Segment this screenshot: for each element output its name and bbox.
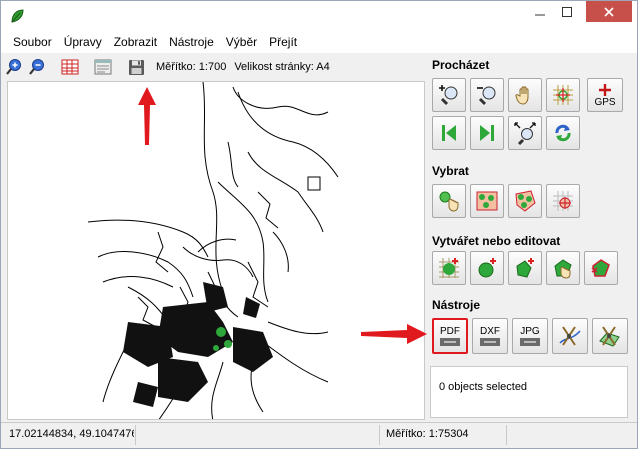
browse-zoom-in-button[interactable] xyxy=(432,78,466,112)
status-bar: 17.02144834, 49.1047476 Měřítko: 1:75304 xyxy=(1,422,637,448)
add-polygon-icon xyxy=(516,258,534,278)
gps-label: GPS xyxy=(594,96,616,108)
deselect-button[interactable] xyxy=(546,184,580,218)
edit-polygon-hand-icon xyxy=(554,259,572,279)
add-point-button[interactable] xyxy=(470,251,504,285)
add-point-icon xyxy=(478,258,496,278)
form-view-button[interactable] xyxy=(92,56,114,78)
measure-area-button[interactable] xyxy=(592,318,628,354)
table-grid-icon xyxy=(61,59,79,75)
selection-count-text: 0 objects selected xyxy=(439,381,528,393)
minimize-icon xyxy=(534,14,545,15)
select-point-button[interactable] xyxy=(432,184,466,218)
identify-grid-button[interactable] xyxy=(546,78,580,112)
browse-section: GPS xyxy=(428,76,634,150)
section-title-tools: Nástroje xyxy=(432,298,481,312)
refresh-button[interactable] xyxy=(546,116,580,150)
menu-bar: Soubor Úpravy Zobrazit Nástroje Výběr Př… xyxy=(1,31,637,53)
leaf-icon xyxy=(11,9,24,23)
save-button[interactable] xyxy=(125,56,147,78)
select-rectangle-button[interactable] xyxy=(470,184,504,218)
export-jpg-button[interactable]: JPG xyxy=(512,318,548,354)
select-polygon-icon xyxy=(515,190,536,212)
export-dxf-icon xyxy=(480,337,500,346)
measure-area-icon xyxy=(599,326,620,347)
map-toolbar: Měřítko: 1:700 Velikost stránky: A4 xyxy=(3,54,425,80)
tools-section: PDF DXF JPG xyxy=(428,316,634,360)
section-title-browse: Procházet xyxy=(432,58,490,72)
menu-soubor[interactable]: Soubor xyxy=(7,31,58,53)
menu-nastroje[interactable]: Nástroje xyxy=(163,31,220,53)
add-record-button[interactable] xyxy=(432,251,466,285)
delete-polygon-icon xyxy=(591,259,610,277)
zoom-full-extent-button[interactable] xyxy=(508,116,542,150)
floppy-disk-icon xyxy=(128,59,144,75)
menu-zobrazit[interactable]: Zobrazit xyxy=(108,31,163,53)
maximize-icon xyxy=(561,6,572,17)
zoom-in-button[interactable] xyxy=(3,56,25,78)
zoom-extent-icon xyxy=(514,122,536,145)
browse-zoom-out-button[interactable] xyxy=(470,78,504,112)
hand-icon xyxy=(515,86,529,105)
crosshair-grid-icon xyxy=(553,85,573,105)
select-polygon-button[interactable] xyxy=(508,184,542,218)
jpg-label: JPG xyxy=(520,325,540,337)
app-window: Soubor Úpravy Zobrazit Nástroje Výběr Př… xyxy=(0,0,638,449)
export-jpg-icon xyxy=(520,337,540,346)
maximize-button[interactable] xyxy=(553,1,580,22)
annotation-arrow-up-icon xyxy=(138,87,156,145)
export-dxf-button[interactable]: DXF xyxy=(472,318,508,354)
zoom-out-icon xyxy=(29,59,44,75)
gps-button[interactable]: GPS xyxy=(587,78,623,112)
export-document-icon xyxy=(440,337,460,346)
zoom-out-minus-icon xyxy=(477,86,496,106)
measure-line-button[interactable] xyxy=(552,318,588,354)
menu-upravy[interactable]: Úpravy xyxy=(58,31,108,53)
refresh-icon xyxy=(555,124,571,142)
skip-back-icon xyxy=(442,125,456,141)
tool-panel: Procházet GPS Vybrat Vytvářet nebo edito… xyxy=(428,54,634,420)
dxf-label: DXF xyxy=(480,325,500,337)
edit-polygon-button[interactable] xyxy=(546,251,580,285)
title-bar xyxy=(1,1,637,31)
minimize-button[interactable] xyxy=(526,1,553,22)
map-canvas[interactable] xyxy=(7,81,425,420)
form-icon xyxy=(94,59,112,75)
status-coordinates: 17.02144834, 49.1047476 xyxy=(9,428,134,440)
attribute-table-button[interactable] xyxy=(59,56,81,78)
zoom-in-plus-icon xyxy=(439,85,458,106)
zoom-out-button[interactable] xyxy=(26,56,48,78)
add-polygon-button[interactable] xyxy=(508,251,542,285)
first-extent-button[interactable] xyxy=(432,116,466,150)
toolbar-scale: Měřítko: 1:700 xyxy=(156,61,227,73)
toolbar-page-size: Velikost stránky: A4 xyxy=(234,61,330,73)
annotation-arrow-right-icon xyxy=(361,324,427,344)
section-title-select: Vybrat xyxy=(432,164,469,178)
pdf-label: PDF xyxy=(440,325,460,337)
delete-polygon-button[interactable] xyxy=(584,251,618,285)
close-icon xyxy=(604,6,614,17)
select-section xyxy=(428,182,634,222)
measure-line-icon xyxy=(559,326,581,346)
select-rectangle-icon xyxy=(476,191,498,211)
export-pdf-button[interactable]: PDF xyxy=(432,318,468,354)
deselect-grid-icon xyxy=(553,191,573,211)
last-extent-button[interactable] xyxy=(470,116,504,150)
add-record-icon xyxy=(439,258,459,278)
edit-section xyxy=(428,251,634,291)
select-pointer-icon xyxy=(439,191,459,212)
status-scale: Měřítko: 1:75304 xyxy=(386,428,469,440)
section-title-edit: Vytvářet nebo editovat xyxy=(432,234,561,248)
menu-prejit[interactable]: Přejít xyxy=(263,31,303,53)
close-button[interactable] xyxy=(586,1,632,22)
gps-plus-icon xyxy=(599,83,611,96)
map-drawing xyxy=(87,82,339,419)
pan-hand-button[interactable] xyxy=(508,78,542,112)
selection-info: 0 objects selected xyxy=(430,366,628,418)
zoom-in-icon xyxy=(6,59,21,75)
skip-forward-icon xyxy=(480,125,494,141)
menu-vyber[interactable]: Výběr xyxy=(220,31,263,53)
